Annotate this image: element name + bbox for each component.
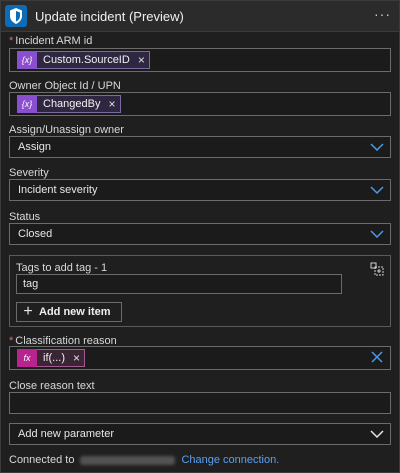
variable-icon: {x} [17, 95, 37, 113]
owner-field[interactable]: {x} ChangedBy × [9, 92, 391, 116]
severity-value: Incident severity [18, 184, 98, 196]
remove-token-icon[interactable]: × [69, 351, 84, 365]
changedby-token: {x} ChangedBy × [17, 95, 121, 113]
token-label: if(...) [43, 352, 65, 364]
shield-icon [5, 5, 27, 27]
status-select[interactable]: Closed [9, 223, 391, 245]
severity-select[interactable]: Incident severity [9, 179, 391, 201]
custom-sourceid-token: {x} Custom.SourceID × [17, 51, 150, 69]
remove-token-icon[interactable]: × [134, 53, 149, 67]
add-new-parameter-label: Add new parameter [18, 428, 114, 440]
variable-icon: {x} [17, 51, 37, 69]
incident-arm-id-field[interactable]: {x} Custom.SourceID × [9, 48, 391, 72]
tags-label: Tags to add tag - 1 [16, 262, 108, 274]
close-reason-label: Close reason text [9, 380, 95, 392]
connected-label: Connected to [9, 454, 75, 466]
tags-array-box: Tags to add tag - 1 tag + Add new item [9, 255, 391, 327]
add-new-parameter-select[interactable]: Add new parameter [9, 423, 391, 445]
owner-label: Owner Object Id / UPN [9, 80, 121, 92]
function-icon: fx [17, 349, 37, 367]
status-label: Status [9, 211, 41, 223]
clear-icon[interactable] [370, 350, 384, 364]
remove-token-icon[interactable]: × [105, 97, 120, 111]
chevron-down-icon [370, 143, 384, 152]
status-value: Closed [18, 228, 53, 240]
update-incident-card: Update incident (Preview) ··· * Incident … [0, 0, 400, 473]
more-options-icon[interactable]: ··· [374, 6, 391, 22]
add-new-item-label: Add new item [39, 306, 111, 318]
incident-arm-id-label: * Incident ARM id [9, 35, 93, 47]
chevron-down-icon [370, 230, 384, 239]
close-reason-input[interactable] [9, 392, 391, 414]
severity-label: Severity [9, 167, 49, 179]
if-expression-token: fx if(...) × [17, 349, 86, 367]
classification-field[interactable]: fx if(...) × [9, 346, 391, 370]
chevron-down-icon [370, 186, 384, 195]
card-title: Update incident (Preview) [35, 9, 184, 24]
change-connection-link[interactable]: Change connection. [181, 454, 279, 466]
plus-icon: + [23, 303, 33, 320]
card-header: Update incident (Preview) ··· [1, 1, 399, 32]
add-new-item-button[interactable]: + Add new item [16, 302, 122, 322]
chevron-down-icon [370, 430, 384, 439]
token-label: ChangedBy [43, 98, 101, 110]
redacted-account [80, 455, 176, 465]
assign-label: Assign/Unassign owner [9, 124, 124, 136]
assign-select[interactable]: Assign [9, 136, 391, 158]
switch-to-text-mode-icon[interactable] [370, 262, 384, 276]
connection-footer: Connected to Change connection. [9, 454, 279, 466]
tag-input[interactable]: tag [16, 274, 342, 294]
assign-value: Assign [18, 141, 52, 153]
token-label: Custom.SourceID [43, 54, 130, 66]
